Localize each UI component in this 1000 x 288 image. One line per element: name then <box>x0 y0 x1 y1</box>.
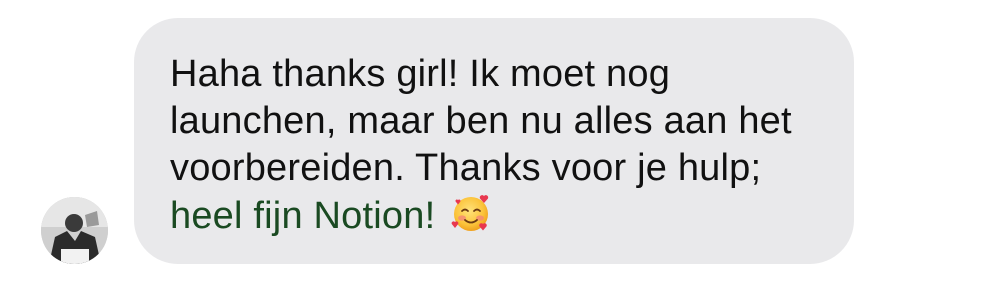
message-line: launchen, maar ben nu alles aan het <box>170 100 792 142</box>
highlighted-text: heel fijn Notion! <box>139 181 546 250</box>
message-line-highlighted: heel fijn Notion! <box>139 181 824 250</box>
smiling-face-with-hearts-icon <box>450 192 492 234</box>
sender-avatar[interactable] <box>41 197 108 264</box>
message-text: Haha thanks girl! Ik moet nog launchen, … <box>139 51 824 250</box>
message-line: Haha thanks girl! Ik moet nog <box>170 53 671 95</box>
message-bubble[interactable]: Haha thanks girl! Ik moet nog launchen, … <box>134 18 854 264</box>
chat-view: Haha thanks girl! Ik moet nog launchen, … <box>0 0 1000 288</box>
message-line: voorbereiden. Thanks voor je hulp; <box>170 147 762 189</box>
